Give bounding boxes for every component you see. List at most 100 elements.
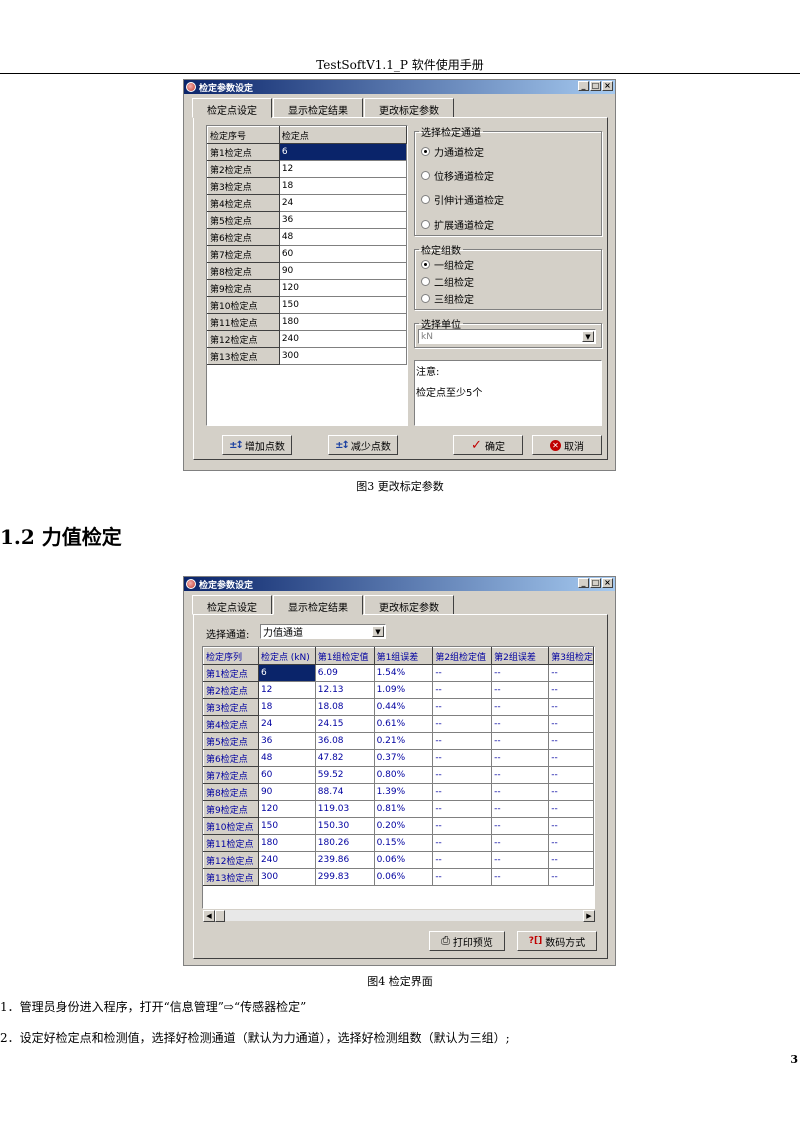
remove-points-button[interactable]: ±↕ 减少点数 (328, 435, 398, 455)
result-cell[interactable]: 12 (257, 681, 316, 699)
row-header[interactable]: 第8检定点 (207, 262, 280, 280)
row-header[interactable]: 第11检定点 (203, 834, 259, 852)
result-cell[interactable]: -- (491, 749, 550, 767)
radio-button-icon[interactable] (421, 171, 430, 180)
row-header[interactable]: 第13检定点 (203, 868, 259, 886)
result-cell[interactable]: -- (491, 851, 550, 869)
unit-select[interactable]: kN ▼ (418, 329, 596, 344)
result-cell[interactable]: 119.03 (314, 800, 375, 818)
row-header[interactable]: 第12检定点 (207, 330, 280, 348)
row-header[interactable]: 第12检定点 (203, 851, 259, 869)
table-row[interactable]: 第1检定点 6 (207, 143, 407, 161)
result-cell[interactable]: 18 (257, 698, 316, 716)
add-points-button[interactable]: ±↕ 增加点数 (222, 435, 292, 455)
result-cell[interactable]: -- (548, 851, 594, 869)
point-value-cell[interactable]: 300 (278, 347, 407, 365)
row-header[interactable]: 第2检定点 (203, 681, 259, 699)
chevron-down-icon[interactable]: ▼ (582, 331, 594, 342)
col-header-seq[interactable]: 检定序号 (207, 126, 280, 144)
result-cell[interactable]: -- (548, 664, 594, 682)
result-cell[interactable]: 60 (257, 766, 316, 784)
points-grid[interactable]: 检定序号 检定点 第1检定点 6 第2检定点 12 第3检定点 18 第4检定点 24 第5检定… (206, 125, 408, 426)
result-cell[interactable]: -- (548, 698, 594, 716)
result-cell[interactable]: 150 (257, 817, 316, 835)
row-header[interactable]: 第7检定点 (203, 766, 259, 784)
maximize-button[interactable]: □ (590, 81, 601, 91)
channel-option-0[interactable]: 力通道检定 (421, 144, 484, 159)
point-value-cell[interactable]: 48 (278, 228, 407, 246)
result-cell[interactable]: 0.61% (373, 715, 434, 733)
row-header[interactable]: 第10检定点 (203, 817, 259, 835)
table-row[interactable]: 第7检定点 60 59.52 0.80% -- -- -- (203, 766, 594, 784)
table-row[interactable]: 第1检定点 6 6.09 1.54% -- -- -- (203, 664, 594, 682)
row-header[interactable]: 第3检定点 (203, 698, 259, 716)
result-cell[interactable]: -- (432, 698, 493, 716)
result-cell[interactable]: -- (432, 681, 493, 699)
table-row[interactable]: 第5检定点 36 36.08 0.21% -- -- -- (203, 732, 594, 750)
result-cell[interactable]: 18.08 (314, 698, 375, 716)
result-cell[interactable]: 24.15 (314, 715, 375, 733)
table-row[interactable]: 第10检定点 150 150.30 0.20% -- -- -- (203, 817, 594, 835)
row-header[interactable]: 第9检定点 (203, 800, 259, 818)
col-header[interactable]: 第2组检定值 (432, 647, 493, 665)
result-cell[interactable]: 299.83 (314, 868, 375, 886)
result-cell[interactable]: 6.09 (314, 664, 375, 682)
result-cell[interactable]: -- (548, 783, 594, 801)
tab-point-settings[interactable]: 检定点设定 (192, 98, 272, 118)
result-cell[interactable]: -- (548, 732, 594, 750)
channel-select[interactable]: 力值通道 ▼ (260, 624, 386, 639)
maximize-button[interactable]: □ (590, 578, 601, 588)
count-option-2[interactable]: 三组检定 (421, 291, 474, 306)
point-value-cell[interactable]: 90 (278, 262, 407, 280)
table-row[interactable]: 第8检定点 90 (207, 262, 407, 280)
col-header[interactable]: 第1组误差 (373, 647, 434, 665)
col-header[interactable]: 检定点 (kN) (257, 647, 316, 665)
result-cell[interactable]: -- (491, 817, 550, 835)
point-value-cell[interactable]: 120 (278, 279, 407, 297)
result-cell[interactable]: 6 (257, 664, 316, 682)
row-header[interactable]: 第8检定点 (203, 783, 259, 801)
result-cell[interactable]: -- (432, 664, 493, 682)
result-cell[interactable]: -- (491, 715, 550, 733)
scroll-thumb[interactable] (215, 910, 225, 922)
result-cell[interactable]: 88.74 (314, 783, 375, 801)
result-cell[interactable]: -- (491, 664, 550, 682)
point-value-cell[interactable]: 150 (278, 296, 407, 314)
result-cell[interactable]: 47.82 (314, 749, 375, 767)
result-cell[interactable]: 0.80% (373, 766, 434, 784)
row-header[interactable]: 第7检定点 (207, 245, 280, 263)
row-header[interactable]: 第13检定点 (207, 347, 280, 365)
tab-point-settings[interactable]: 检定点设定 (192, 595, 272, 615)
result-cell[interactable]: 150.30 (314, 817, 375, 835)
digits-mode-button[interactable]: ?[] 数码方式 (517, 931, 597, 951)
radio-button-icon[interactable] (421, 220, 430, 229)
result-cell[interactable]: -- (548, 834, 594, 852)
row-header[interactable]: 第5检定点 (207, 211, 280, 229)
result-cell[interactable]: 0.44% (373, 698, 434, 716)
tab-change-calibration[interactable]: 更改标定参数 (364, 595, 454, 615)
result-cell[interactable]: -- (548, 766, 594, 784)
radio-button-icon[interactable] (421, 277, 430, 286)
col-header[interactable]: 第3组检定 (548, 647, 594, 665)
result-cell[interactable]: -- (432, 868, 493, 886)
result-cell[interactable]: 240 (257, 851, 316, 869)
row-header[interactable]: 第9检定点 (207, 279, 280, 297)
result-cell[interactable]: 120 (257, 800, 316, 818)
channel-option-2[interactable]: 引伸计通道检定 (421, 192, 504, 207)
result-cell[interactable]: 0.15% (373, 834, 434, 852)
result-cell[interactable]: -- (432, 749, 493, 767)
result-cell[interactable]: -- (432, 800, 493, 818)
row-header[interactable]: 第5检定点 (203, 732, 259, 750)
result-cell[interactable]: -- (548, 749, 594, 767)
table-row[interactable]: 第12检定点 240 (207, 330, 407, 348)
radio-button-icon[interactable] (421, 195, 430, 204)
table-row[interactable]: 第3检定点 18 (207, 177, 407, 195)
col-header[interactable]: 第2组误差 (491, 647, 550, 665)
col-header[interactable]: 检定序列 (203, 647, 259, 665)
result-cell[interactable]: -- (491, 800, 550, 818)
result-cell[interactable]: -- (432, 766, 493, 784)
result-cell[interactable]: 1.39% (373, 783, 434, 801)
result-cell[interactable]: -- (548, 715, 594, 733)
row-header[interactable]: 第11检定点 (207, 313, 280, 331)
result-cell[interactable]: -- (432, 817, 493, 835)
